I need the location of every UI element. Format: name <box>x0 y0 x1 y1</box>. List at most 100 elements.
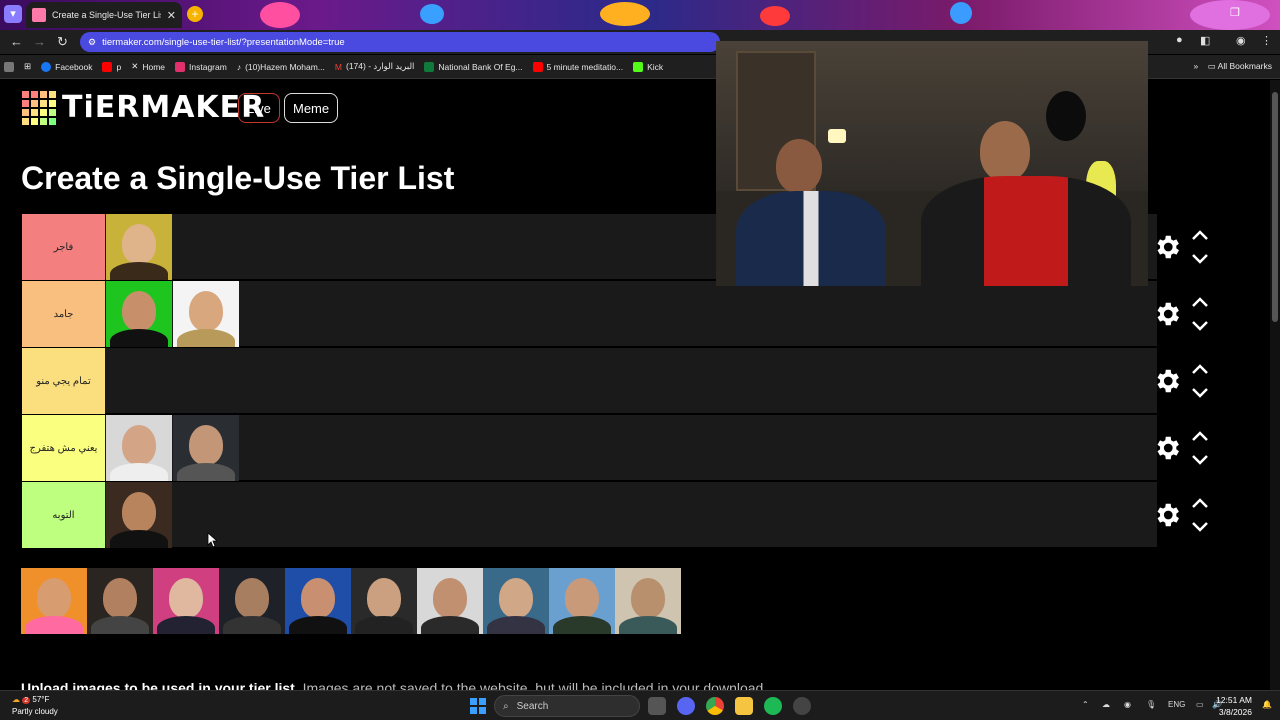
bookmarks-overflow-icon[interactable]: » <box>1194 61 1199 71</box>
chevron-down-icon[interactable] <box>1190 252 1210 266</box>
bookmark-tiktok[interactable]: ♪ (10)Hazem Moham... <box>237 62 325 72</box>
chevron-up-icon[interactable] <box>1190 362 1210 376</box>
pool-image[interactable] <box>417 568 483 634</box>
bookmark-label: 5 minute meditatio... <box>546 61 624 72</box>
chevron-down-icon[interactable] <box>1190 386 1210 400</box>
bookmark-label: p <box>116 61 122 72</box>
spotify-icon[interactable] <box>764 697 782 715</box>
bookmark-label: National Bank Of Eg... <box>438 61 523 72</box>
tier-item-image[interactable] <box>106 214 172 280</box>
bookmark-nbe[interactable]: National Bank Of Eg... <box>424 61 523 72</box>
gear-icon[interactable] <box>1152 433 1182 463</box>
tiermaker-logo[interactable]: TiERMAKER <box>22 90 265 125</box>
obs-icon[interactable] <box>793 697 811 715</box>
tier-controls <box>1150 214 1220 280</box>
discord-icon[interactable] <box>677 697 695 715</box>
gear-icon[interactable] <box>1152 500 1182 530</box>
chevron-up-icon[interactable] <box>1190 496 1210 510</box>
sidebar-toggle-icon[interactable] <box>4 61 14 72</box>
chevron-down-icon[interactable] <box>1190 453 1210 467</box>
microphone-icon[interactable]: 🎙 <box>1146 700 1156 709</box>
chevron-up-icon[interactable] <box>1190 228 1210 242</box>
new-tab-button[interactable]: + <box>187 6 203 22</box>
chevron-down-icon[interactable] <box>1190 319 1210 333</box>
extensions-icon[interactable]: ◧ <box>1200 34 1210 47</box>
bookmark-facebook[interactable]: Facebook <box>41 61 92 72</box>
pool-image[interactable] <box>21 568 87 634</box>
page-scrollbar[interactable] <box>1270 80 1280 690</box>
chevron-up-icon[interactable] <box>1190 429 1210 443</box>
avatar-icon[interactable]: ◉ <box>1236 34 1246 47</box>
chrome-icon[interactable] <box>706 697 724 715</box>
browser-tab-strip: ▾ Create a Single-Use Tier List (P ✕ + ❐ <box>0 0 1280 30</box>
bookmark-instagram[interactable]: Instagram <box>175 61 227 72</box>
pool-image[interactable] <box>285 568 351 634</box>
all-bookmarks[interactable]: » ▭ All Bookmarks <box>1194 61 1272 72</box>
windows-taskbar: ☁ 2 57°F Partly cloudy ⌕ Search ⌃ ☁ ◉ 🎙 E… <box>0 690 1280 720</box>
back-arrow-icon[interactable]: ← <box>10 34 23 49</box>
youtube-icon <box>532 61 543 72</box>
pool-image[interactable] <box>87 568 153 634</box>
weather-badge: 2 <box>22 697 31 704</box>
menu-kebab-icon[interactable]: ⋮ <box>1261 34 1272 47</box>
tier-label[interactable]: يعني مش هتفرج <box>22 415 105 481</box>
tier-item-image[interactable] <box>106 482 172 548</box>
gear-icon[interactable] <box>1152 299 1182 329</box>
discord-tray-icon[interactable]: ◉ <box>1124 700 1131 709</box>
system-clock[interactable]: 12:51 AM 3/8/2026 <box>1216 694 1252 718</box>
apps-grid-icon[interactable]: ⊞ <box>24 61 31 72</box>
onedrive-icon[interactable]: ☁ <box>1102 700 1110 709</box>
chevron-up-icon[interactable] <box>1190 295 1210 309</box>
weather-widget[interactable]: ☁ 2 57°F Partly cloudy <box>12 694 58 717</box>
pool-image[interactable] <box>351 568 417 634</box>
pool-image[interactable] <box>549 568 615 634</box>
gear-icon[interactable] <box>1152 366 1182 396</box>
bookmark-p[interactable]: p <box>102 61 122 72</box>
chevron-down-icon[interactable] <box>1190 520 1210 534</box>
gear-icon[interactable] <box>1152 232 1182 262</box>
facebook-icon <box>41 61 52 72</box>
restore-window-icon[interactable]: ❐ <box>1230 6 1240 19</box>
taskbar-search[interactable]: ⌕ Search <box>494 695 640 717</box>
pool-image[interactable] <box>219 568 285 634</box>
gmail-icon: M <box>334 61 342 72</box>
address-bar[interactable]: ⚙ tiermaker.com/single-use-tier-list/?pr… <box>80 32 720 52</box>
language-indicator[interactable]: ENG <box>1168 700 1185 709</box>
profile-icon[interactable]: ● <box>1176 34 1183 46</box>
scrollbar-thumb[interactable] <box>1272 92 1278 322</box>
tier-label[interactable]: تمام يجي منو <box>22 348 105 414</box>
network-icon[interactable]: ▭ <box>1196 700 1204 709</box>
bookmark-kick[interactable]: Kick <box>633 61 663 72</box>
bookmark-home[interactable]: ✕ Home <box>131 61 165 72</box>
wallpaper-decoration <box>600 2 650 26</box>
tier-label[interactable]: فاجر <box>22 214 105 280</box>
search-icon: ⌕ <box>503 700 509 712</box>
tier-label[interactable]: التوبه <box>22 482 105 548</box>
tier-row: يعني مش هتفرج <box>22 415 1157 481</box>
meme-button[interactable]: Meme <box>284 93 339 123</box>
forward-arrow-icon[interactable]: → <box>33 34 46 49</box>
pool-image[interactable] <box>615 568 681 634</box>
reload-icon[interactable]: ↻ <box>57 34 68 50</box>
notifications-icon[interactable]: 🔔 <box>1262 700 1272 709</box>
tab-close-icon[interactable]: ✕ <box>167 9 176 22</box>
file-explorer-icon[interactable] <box>735 697 753 715</box>
tray-overflow-icon[interactable]: ⌃ <box>1082 700 1089 709</box>
wallpaper-decoration <box>260 2 300 28</box>
tab-search-icon[interactable]: ▾ <box>4 5 22 23</box>
bookmark-meditation[interactable]: 5 minute meditatio... <box>532 61 624 72</box>
tier-item-image[interactable] <box>173 281 239 347</box>
tier-controls <box>1150 482 1220 548</box>
tier-label[interactable]: جامد <box>22 281 105 347</box>
tier-item-image[interactable] <box>106 415 172 481</box>
tier-item-image[interactable] <box>173 415 239 481</box>
task-view-icon[interactable] <box>648 697 666 715</box>
tier-item-image[interactable] <box>106 281 172 347</box>
windows-start-icon[interactable] <box>470 698 486 714</box>
site-info-icon[interactable]: ⚙ <box>88 37 96 48</box>
active-tab[interactable]: Create a Single-Use Tier List (P ✕ <box>26 2 182 28</box>
pool-image[interactable] <box>153 568 219 634</box>
pool-image[interactable] <box>483 568 549 634</box>
live-button[interactable]: Live <box>238 93 280 123</box>
bookmark-gmail[interactable]: M (174) - البريد الوارد <box>335 61 415 72</box>
